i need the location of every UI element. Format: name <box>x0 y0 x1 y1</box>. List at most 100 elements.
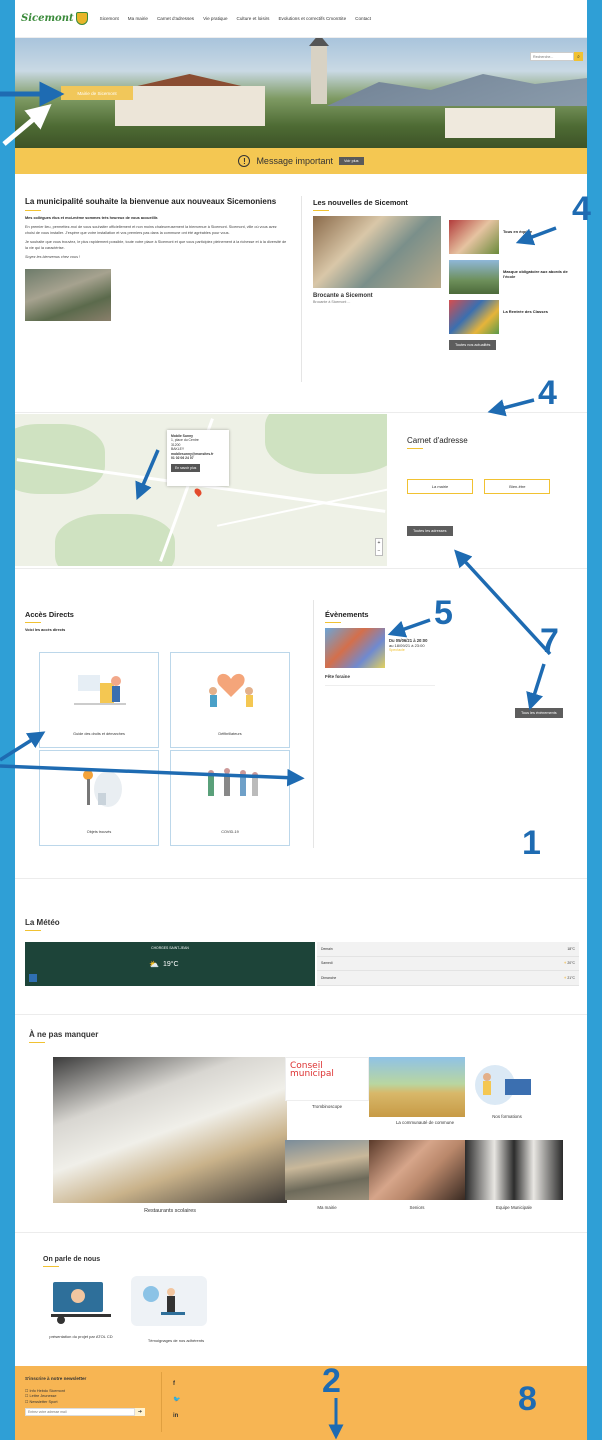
news-side-item[interactable]: La Rentrée des Classes <box>449 300 579 334</box>
direct-access-subtitle: Voici les accès directs <box>25 628 66 632</box>
cloud-sun-icon: ⛅ <box>149 960 159 969</box>
press-item-label[interactable]: présentation du projet par ATOL CD <box>41 1334 121 1339</box>
dont-miss-communaute-image[interactable] <box>369 1057 465 1117</box>
event-image <box>325 628 385 668</box>
news-side-item[interactable]: Masque obligatoire aux abords de l'école <box>449 260 579 294</box>
dont-miss-seniors-image[interactable] <box>369 1140 465 1200</box>
divider <box>15 1232 587 1233</box>
zoom-in-button[interactable]: + <box>378 540 381 546</box>
testimony-illustration-icon <box>143 1286 185 1315</box>
nav-item-ma-mairie[interactable]: Ma mairie <box>128 16 148 21</box>
tile-label: Objets trouvés <box>86 829 112 834</box>
welcome-image <box>25 268 111 321</box>
newsletter-title: S'inscrire à notre newsletter <box>25 1376 87 1381</box>
address-button-row: Toutes les adresses <box>407 526 577 536</box>
map-zoom-control[interactable]: + − <box>375 538 383 556</box>
zoom-out-button[interactable]: − <box>378 548 381 554</box>
nav-item-contact[interactable]: Contact <box>355 16 371 21</box>
popup-more-button[interactable]: En savoir plus <box>171 463 201 472</box>
news-main-image[interactable] <box>313 216 441 288</box>
dont-miss-restaurants-image[interactable] <box>53 1057 287 1203</box>
welcome-lead: Mes collègues élus et moi-même sommes tr… <box>25 215 159 220</box>
dont-miss-label[interactable]: Trombinoscope <box>285 1104 369 1109</box>
events-section: Évènements Du 05/06/21 à 20:00 au 18/09/… <box>325 610 435 686</box>
nav-item-carnet[interactable]: Carnet d'adresses <box>157 16 194 21</box>
social-links: f 🐦 in <box>173 1376 180 1424</box>
nav-item-culture[interactable]: Culture et loisirs <box>237 16 270 21</box>
weather-temp: 19°C <box>162 961 179 968</box>
defibrillator-illustration-icon <box>201 665 261 711</box>
forecast-day: Samedi <box>321 961 333 966</box>
annotation-number: 7 <box>540 622 559 660</box>
newsletter-email-input[interactable] <box>25 1407 135 1416</box>
event-name[interactable]: Fête foraine <box>325 674 435 686</box>
nav-item-vie-pratique[interactable]: Vie pratique <box>203 16 227 21</box>
map-popup: Mobile Sunny 1, place du Centre 31200 BA… <box>167 430 229 486</box>
address-book-section: Carnet d'adresse La mairie Bien-être Tou… <box>407 436 577 536</box>
tile-label: Guide des droits et démarches <box>73 731 125 736</box>
tile-guide-droits[interactable]: Guide des droits et démarches <box>39 652 159 748</box>
welcome-paragraph-3: Soyez les bienvenus chez vous ! <box>25 255 81 260</box>
address-cat-mairie[interactable]: La mairie <box>407 479 473 494</box>
news-side-item[interactable]: Tous en équipe <box>449 220 579 254</box>
tile-objets-trouves[interactable]: Objets trouvés <box>39 750 159 846</box>
divider <box>301 196 302 382</box>
forecast-day: Dimanche <box>321 975 337 980</box>
dont-miss-trombinoscope-image[interactable]: Conseil municipal <box>285 1057 369 1101</box>
top-navigation: Sicemont Sicemont Ma mairie Carnet d'adr… <box>15 0 587 38</box>
press-item-atol-image[interactable] <box>43 1276 119 1326</box>
mairie-button[interactable]: Mairie de Sicemont <box>61 86 133 100</box>
hero-banner: ⌕ Mairie de Sicemont <box>15 38 587 148</box>
dont-miss-label[interactable]: Nos formations <box>465 1114 549 1119</box>
event-item[interactable]: Du 05/06/21 à 20:00 au 18/09/21 à 23:00 … <box>325 628 435 668</box>
title-underline <box>25 930 41 931</box>
nav-item-sicemont[interactable]: Sicemont <box>100 16 119 21</box>
press-item-temoignages-image[interactable] <box>131 1276 207 1326</box>
dont-miss-label[interactable]: Equipe Municipale <box>465 1205 563 1210</box>
dont-miss-formations-image[interactable] <box>465 1057 549 1113</box>
linkedin-icon[interactable]: in <box>173 1408 180 1424</box>
welcome-section: La municipalité souhaite la bienvenue au… <box>25 197 287 321</box>
newsletter-option-sport[interactable]: Newsletter Sport <box>25 1400 145 1405</box>
news-side-list: Tous en équipe Masque obligatoire aux ab… <box>449 220 579 350</box>
newsletter-submit-button[interactable]: ➔ <box>135 1407 145 1416</box>
search-input[interactable] <box>530 52 574 61</box>
address-map[interactable]: Mobile Sunny 1, place du Centre 31200 BA… <box>15 414 387 566</box>
alert-more-button[interactable]: Voir plus <box>338 157 364 165</box>
tile-covid[interactable]: COVID-19 <box>170 750 290 846</box>
nav-item-evolutions[interactable]: Evolutions et correctifs CmonSite <box>278 16 346 21</box>
annotation-number: 4 <box>572 190 591 228</box>
direct-access-title: Accès Directs <box>25 610 74 619</box>
map-pin-icon[interactable] <box>193 487 203 497</box>
newsletter-options: Info Hebdo Sicemont Lettre Jeunesse News… <box>25 1389 145 1405</box>
news-title: Les nouvelles de Sicemont <box>313 198 408 207</box>
tile-defibrillateurs[interactable]: Défibrillateurs <box>170 652 290 748</box>
twitter-icon[interactable]: 🐦 <box>173 1392 180 1408</box>
dont-miss-label[interactable]: Seniors <box>369 1205 465 1210</box>
dont-miss-restaurants-label[interactable]: Restaurants scolaires <box>53 1208 287 1214</box>
dont-miss-equipe-image[interactable] <box>465 1140 563 1200</box>
press-item-label[interactable]: Témoignages de nos adhérents <box>131 1338 221 1343</box>
title-underline <box>325 622 341 623</box>
divider <box>15 568 587 569</box>
weather-forecast: Demain 18°C Samedi ☀ 20°C Dimanche ☀ 21°C <box>317 942 579 986</box>
dont-miss-label[interactable]: Ma mairie <box>285 1205 369 1210</box>
weather-widget: CHORGES SAINT-JEAN ⛅ 19°C <box>25 942 315 986</box>
tile-label: Défibrillateurs <box>218 731 242 736</box>
all-events-button[interactable]: Tous les évènements <box>515 708 563 718</box>
facebook-icon[interactable]: f <box>173 1376 180 1392</box>
address-cat-bien-etre[interactable]: Bien-être <box>484 479 551 494</box>
events-button-wrap: Tous les évènements <box>515 708 563 718</box>
forecast-day: Demain <box>321 946 333 951</box>
site-logo[interactable]: Sicemont <box>21 12 88 25</box>
search-icon[interactable]: ⌕ <box>574 52 583 61</box>
weather-logo-icon <box>29 974 37 982</box>
dont-miss-ma-mairie-image[interactable] <box>285 1140 369 1200</box>
dont-miss-label[interactable]: La communauté de commune <box>369 1120 481 1125</box>
all-news-button[interactable]: Toutes nos actualités <box>449 340 497 350</box>
all-addresses-button[interactable]: Toutes les adresses <box>407 526 453 536</box>
hero-house <box>115 86 265 126</box>
news-side-image <box>449 300 499 334</box>
conseil-text: Conseil municipal <box>290 1061 334 1080</box>
welcome-paragraph-2: Je souhaite que vous trouviez, le plus r… <box>25 240 287 250</box>
